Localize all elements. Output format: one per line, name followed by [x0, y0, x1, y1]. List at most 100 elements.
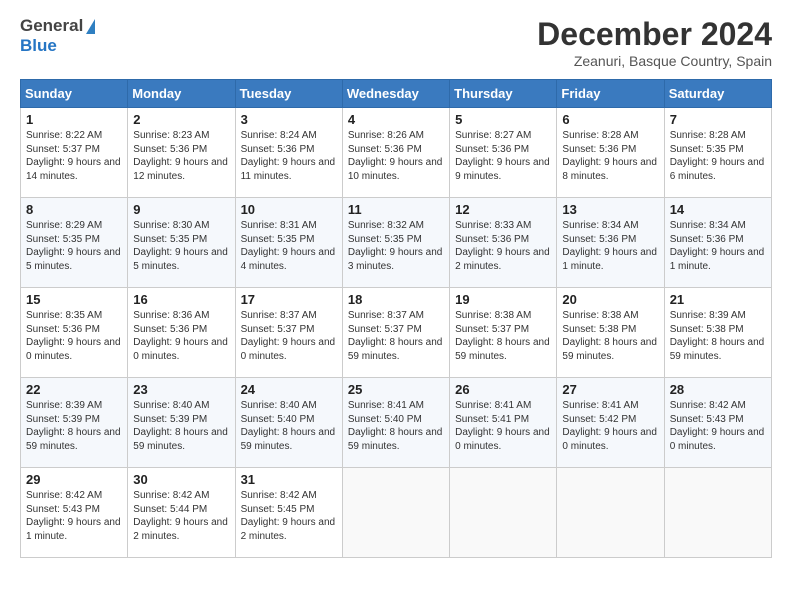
month-title: December 2024 [537, 16, 772, 53]
cell-info: Sunrise: 8:39 AMSunset: 5:38 PMDaylight:… [670, 309, 766, 363]
cell-info: Sunrise: 8:34 AMSunset: 5:36 PMDaylight:… [670, 219, 766, 273]
logo-blue: Blue [20, 36, 57, 55]
cell-info: Sunrise: 8:35 AMSunset: 5:36 PMDaylight:… [26, 309, 122, 363]
day-number: 24 [241, 382, 337, 397]
calendar-cell: 18Sunrise: 8:37 AMSunset: 5:37 PMDayligh… [342, 288, 449, 378]
calendar-cell: 1Sunrise: 8:22 AMSunset: 5:37 PMDaylight… [21, 108, 128, 198]
calendar-cell: 10 Sunrise: 8:31 AMSunset: 5:35 PMDayligh… [235, 198, 342, 288]
day-number: 22 [26, 382, 122, 397]
calendar-week-5: 29Sunrise: 8:42 AMSunset: 5:43 PMDayligh… [21, 468, 772, 558]
weekday-header-thursday: Thursday [450, 80, 557, 108]
day-number: 27 [562, 382, 658, 397]
cell-info: Sunrise: 8:41 AMSunset: 5:41 PMDaylight:… [455, 399, 551, 453]
calendar-body: 1Sunrise: 8:22 AMSunset: 5:37 PMDaylight… [21, 108, 772, 558]
cell-info: Sunrise: 8:34 AMSunset: 5:36 PMDaylight:… [562, 219, 658, 273]
day-number: 8 [26, 202, 122, 217]
calendar-week-4: 22 Sunrise: 8:39 AMSunset: 5:39 PMDayligh… [21, 378, 772, 468]
day-number: 18 [348, 292, 444, 307]
day-number: 6 [562, 112, 658, 127]
calendar-cell: 4 Sunrise: 8:26 AMSunset: 5:36 PMDaylight… [342, 108, 449, 198]
cell-info: Sunrise: 8:27 AMSunset: 5:36 PMDaylight:… [455, 129, 551, 183]
calendar-cell: 16Sunrise: 8:36 AMSunset: 5:36 PMDayligh… [128, 288, 235, 378]
calendar-cell: 28 Sunrise: 8:42 AMSunset: 5:43 PMDayligh… [664, 378, 771, 468]
cell-info: Sunrise: 8:38 AMSunset: 5:38 PMDaylight:… [562, 309, 658, 363]
day-number: 9 [133, 202, 229, 217]
day-number: 15 [26, 292, 122, 307]
calendar-cell [664, 468, 771, 558]
weekday-header-saturday: Saturday [664, 80, 771, 108]
day-number: 4 [348, 112, 444, 127]
calendar-cell: 17Sunrise: 8:37 AMSunset: 5:37 PMDayligh… [235, 288, 342, 378]
logo-triangle-icon [86, 19, 95, 34]
day-number: 10 [241, 202, 337, 217]
calendar-cell: 25 Sunrise: 8:41 AMSunset: 5:40 PMDayligh… [342, 378, 449, 468]
weekday-header-sunday: Sunday [21, 80, 128, 108]
logo-general: General [20, 16, 83, 36]
cell-info: Sunrise: 8:31 AMSunset: 5:35 PMDaylight:… [241, 219, 337, 273]
cell-info: Sunrise: 8:29 AMSunset: 5:35 PMDaylight:… [26, 219, 122, 273]
day-number: 23 [133, 382, 229, 397]
title-area: December 2024 Zeanuri, Basque Country, S… [537, 16, 772, 69]
calendar-cell: 13Sunrise: 8:34 AMSunset: 5:36 PMDayligh… [557, 198, 664, 288]
day-number: 11 [348, 202, 444, 217]
cell-info: Sunrise: 8:41 AMSunset: 5:40 PMDaylight:… [348, 399, 444, 453]
day-number: 7 [670, 112, 766, 127]
day-number: 29 [26, 472, 122, 487]
calendar-cell: 29Sunrise: 8:42 AMSunset: 5:43 PMDayligh… [21, 468, 128, 558]
header: General Blue December 2024 Zeanuri, Basq… [20, 16, 772, 69]
cell-info: Sunrise: 8:38 AMSunset: 5:37 PMDaylight:… [455, 309, 551, 363]
cell-info: Sunrise: 8:22 AMSunset: 5:37 PMDaylight:… [26, 129, 122, 183]
weekday-header-tuesday: Tuesday [235, 80, 342, 108]
calendar-cell [342, 468, 449, 558]
calendar-cell: 14 Sunrise: 8:34 AMSunset: 5:36 PMDayligh… [664, 198, 771, 288]
weekday-header-friday: Friday [557, 80, 664, 108]
calendar-week-2: 8 Sunrise: 8:29 AMSunset: 5:35 PMDaylight… [21, 198, 772, 288]
calendar-cell: 19 Sunrise: 8:38 AMSunset: 5:37 PMDayligh… [450, 288, 557, 378]
day-number: 14 [670, 202, 766, 217]
day-number: 30 [133, 472, 229, 487]
day-number: 5 [455, 112, 551, 127]
day-number: 19 [455, 292, 551, 307]
calendar-cell: 27Sunrise: 8:41 AMSunset: 5:42 PMDayligh… [557, 378, 664, 468]
cell-info: Sunrise: 8:39 AMSunset: 5:39 PMDaylight:… [26, 399, 122, 453]
calendar-week-1: 1Sunrise: 8:22 AMSunset: 5:37 PMDaylight… [21, 108, 772, 198]
calendar-cell: 8 Sunrise: 8:29 AMSunset: 5:35 PMDaylight… [21, 198, 128, 288]
day-number: 25 [348, 382, 444, 397]
cell-info: Sunrise: 8:36 AMSunset: 5:36 PMDaylight:… [133, 309, 229, 363]
calendar-cell: 6Sunrise: 8:28 AMSunset: 5:36 PMDaylight… [557, 108, 664, 198]
calendar-cell: 20 Sunrise: 8:38 AMSunset: 5:38 PMDayligh… [557, 288, 664, 378]
calendar-cell: 22 Sunrise: 8:39 AMSunset: 5:39 PMDayligh… [21, 378, 128, 468]
day-number: 28 [670, 382, 766, 397]
cell-info: Sunrise: 8:32 AMSunset: 5:35 PMDaylight:… [348, 219, 444, 273]
calendar-week-3: 15 Sunrise: 8:35 AMSunset: 5:36 PMDayligh… [21, 288, 772, 378]
calendar-cell: 3 Sunrise: 8:24 AMSunset: 5:36 PMDaylight… [235, 108, 342, 198]
cell-info: Sunrise: 8:42 AMSunset: 5:44 PMDaylight:… [133, 489, 229, 543]
cell-info: Sunrise: 8:42 AMSunset: 5:45 PMDaylight:… [241, 489, 337, 543]
calendar-cell: 26 Sunrise: 8:41 AMSunset: 5:41 PMDayligh… [450, 378, 557, 468]
day-number: 26 [455, 382, 551, 397]
cell-info: Sunrise: 8:30 AMSunset: 5:35 PMDaylight:… [133, 219, 229, 273]
cell-info: Sunrise: 8:26 AMSunset: 5:36 PMDaylight:… [348, 129, 444, 183]
calendar-cell: 24Sunrise: 8:40 AMSunset: 5:40 PMDayligh… [235, 378, 342, 468]
calendar-header: SundayMondayTuesdayWednesdayThursdayFrid… [21, 80, 772, 108]
weekday-header-wednesday: Wednesday [342, 80, 449, 108]
calendar-cell [557, 468, 664, 558]
day-number: 3 [241, 112, 337, 127]
cell-info: Sunrise: 8:40 AMSunset: 5:39 PMDaylight:… [133, 399, 229, 453]
calendar-cell [450, 468, 557, 558]
calendar-cell: 7 Sunrise: 8:28 AMSunset: 5:35 PMDaylight… [664, 108, 771, 198]
day-number: 17 [241, 292, 337, 307]
cell-info: Sunrise: 8:33 AMSunset: 5:36 PMDaylight:… [455, 219, 551, 273]
cell-info: Sunrise: 8:42 AMSunset: 5:43 PMDaylight:… [670, 399, 766, 453]
calendar-cell: 23 Sunrise: 8:40 AMSunset: 5:39 PMDayligh… [128, 378, 235, 468]
day-number: 21 [670, 292, 766, 307]
cell-info: Sunrise: 8:23 AMSunset: 5:36 PMDaylight:… [133, 129, 229, 183]
calendar-cell: 31Sunrise: 8:42 AMSunset: 5:45 PMDayligh… [235, 468, 342, 558]
calendar-cell: 12Sunrise: 8:33 AMSunset: 5:36 PMDayligh… [450, 198, 557, 288]
calendar-cell: 2Sunrise: 8:23 AMSunset: 5:36 PMDaylight… [128, 108, 235, 198]
calendar-cell: 11 Sunrise: 8:32 AMSunset: 5:35 PMDayligh… [342, 198, 449, 288]
cell-info: Sunrise: 8:28 AMSunset: 5:35 PMDaylight:… [670, 129, 766, 183]
day-number: 20 [562, 292, 658, 307]
cell-info: Sunrise: 8:24 AMSunset: 5:36 PMDaylight:… [241, 129, 337, 183]
logo: General Blue [20, 16, 95, 56]
